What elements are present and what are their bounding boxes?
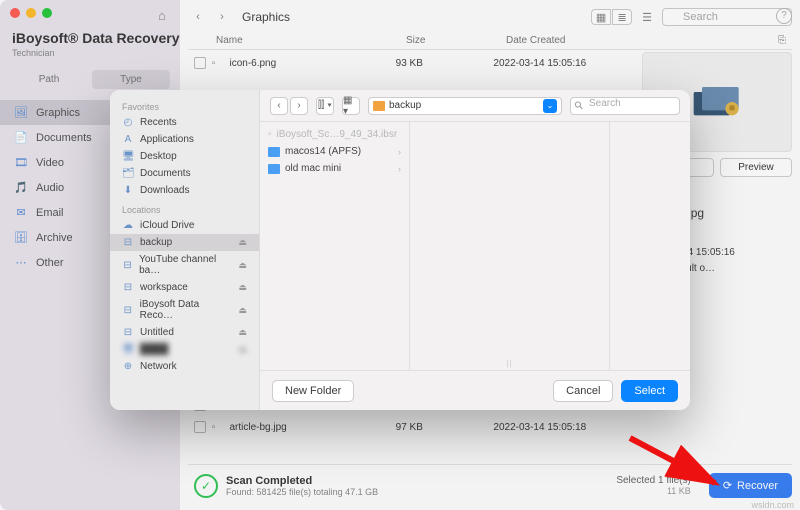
chevron-right-icon: › bbox=[398, 147, 401, 157]
computer-icon: 🖥 bbox=[122, 344, 134, 355]
eject-icon[interactable]: ⏏ bbox=[238, 344, 247, 355]
drive-icon: ⊟ bbox=[122, 305, 134, 316]
drive-icon: ⊟ bbox=[122, 327, 134, 338]
applications-icon: A bbox=[122, 134, 134, 145]
sidebar-item-icloud[interactable]: ☁iCloud Drive bbox=[110, 217, 259, 234]
column-browser-3 bbox=[610, 122, 690, 370]
sidebar-item-documents[interactable]: 🗂Documents bbox=[110, 165, 259, 182]
group-icon[interactable]: ▦ ▾ bbox=[342, 97, 360, 115]
eject-icon[interactable]: ⏏ bbox=[238, 327, 247, 338]
eject-icon[interactable]: ⏏ bbox=[238, 282, 247, 293]
save-dialog: Favorites ◴Recents AApplications 🖥Deskto… bbox=[110, 90, 690, 410]
documents-icon: 🗂 bbox=[122, 168, 134, 179]
eject-icon[interactable]: ⏏ bbox=[238, 237, 247, 248]
folder-icon bbox=[268, 164, 280, 174]
sidebar-item-applications[interactable]: AApplications bbox=[110, 131, 259, 148]
folder-icon bbox=[268, 147, 280, 157]
network-icon: ⊕ bbox=[122, 361, 134, 372]
sidebar-item-downloads[interactable]: ⬇Downloads bbox=[110, 182, 259, 199]
chevron-right-icon: › bbox=[398, 164, 401, 174]
new-folder-button[interactable]: New Folder bbox=[272, 380, 354, 402]
sidebar-item-iboysoft[interactable]: ⊟iBoysoft Data Reco…⏏ bbox=[110, 296, 259, 324]
list-item[interactable]: macos14 (APFS)› bbox=[260, 143, 409, 160]
dialog-back-icon[interactable]: ‹ bbox=[270, 97, 288, 115]
dialog-forward-icon[interactable]: › bbox=[290, 97, 308, 115]
downloads-icon: ⬇ bbox=[122, 185, 134, 196]
recents-icon: ◴ bbox=[122, 117, 134, 128]
eject-icon[interactable]: ⏏ bbox=[238, 305, 247, 316]
drive-icon: ⊟ bbox=[122, 237, 134, 248]
select-button[interactable]: Select bbox=[621, 380, 678, 402]
sidebar-item-recents[interactable]: ◴Recents bbox=[110, 114, 259, 131]
sidebar-item-redacted[interactable]: 🖥████⏏ bbox=[110, 341, 259, 358]
dialog-search-input[interactable]: Search bbox=[570, 97, 680, 115]
watermark: wsldn.com bbox=[751, 500, 794, 510]
cancel-button[interactable]: Cancel bbox=[553, 380, 613, 402]
drive-icon: ⊟ bbox=[122, 260, 133, 271]
favorites-header: Favorites bbox=[110, 96, 259, 114]
sidebar-item-network[interactable]: ⊕Network bbox=[110, 358, 259, 375]
path-dropdown[interactable]: backup⌄ bbox=[368, 97, 562, 115]
list-item[interactable]: ▫iBoysoft_Sc…9_49_34.ibsr bbox=[260, 126, 409, 143]
sidebar-item-workspace[interactable]: ⊟workspace⏏ bbox=[110, 279, 259, 296]
list-item[interactable]: old mac mini› bbox=[260, 160, 409, 177]
column-view-icon[interactable]: ⫿⫿ ▾ bbox=[316, 97, 334, 115]
desktop-icon: 🖥 bbox=[122, 151, 134, 162]
folder-icon bbox=[373, 101, 385, 111]
icloud-icon: ☁ bbox=[122, 220, 134, 231]
column-browser-1: ▫iBoysoft_Sc…9_49_34.ibsr macos14 (APFS)… bbox=[260, 122, 410, 370]
dialog-sidebar: Favorites ◴Recents AApplications 🖥Deskto… bbox=[110, 90, 260, 410]
resize-handle-icon[interactable]: || bbox=[506, 359, 512, 368]
sidebar-item-desktop[interactable]: 🖥Desktop bbox=[110, 148, 259, 165]
sidebar-item-youtube[interactable]: ⊟YouTube channel ba…⏏ bbox=[110, 251, 259, 279]
eject-icon[interactable]: ⏏ bbox=[238, 260, 247, 271]
chevron-down-icon: ⌄ bbox=[543, 99, 557, 113]
sidebar-item-backup[interactable]: ⊟backup⏏ bbox=[110, 234, 259, 251]
file-icon: ▫ bbox=[268, 129, 272, 140]
sidebar-item-untitled[interactable]: ⊟Untitled⏏ bbox=[110, 324, 259, 341]
drive-icon: ⊟ bbox=[122, 282, 134, 293]
column-browser-2: || bbox=[410, 122, 610, 370]
locations-header: Locations bbox=[110, 199, 259, 217]
